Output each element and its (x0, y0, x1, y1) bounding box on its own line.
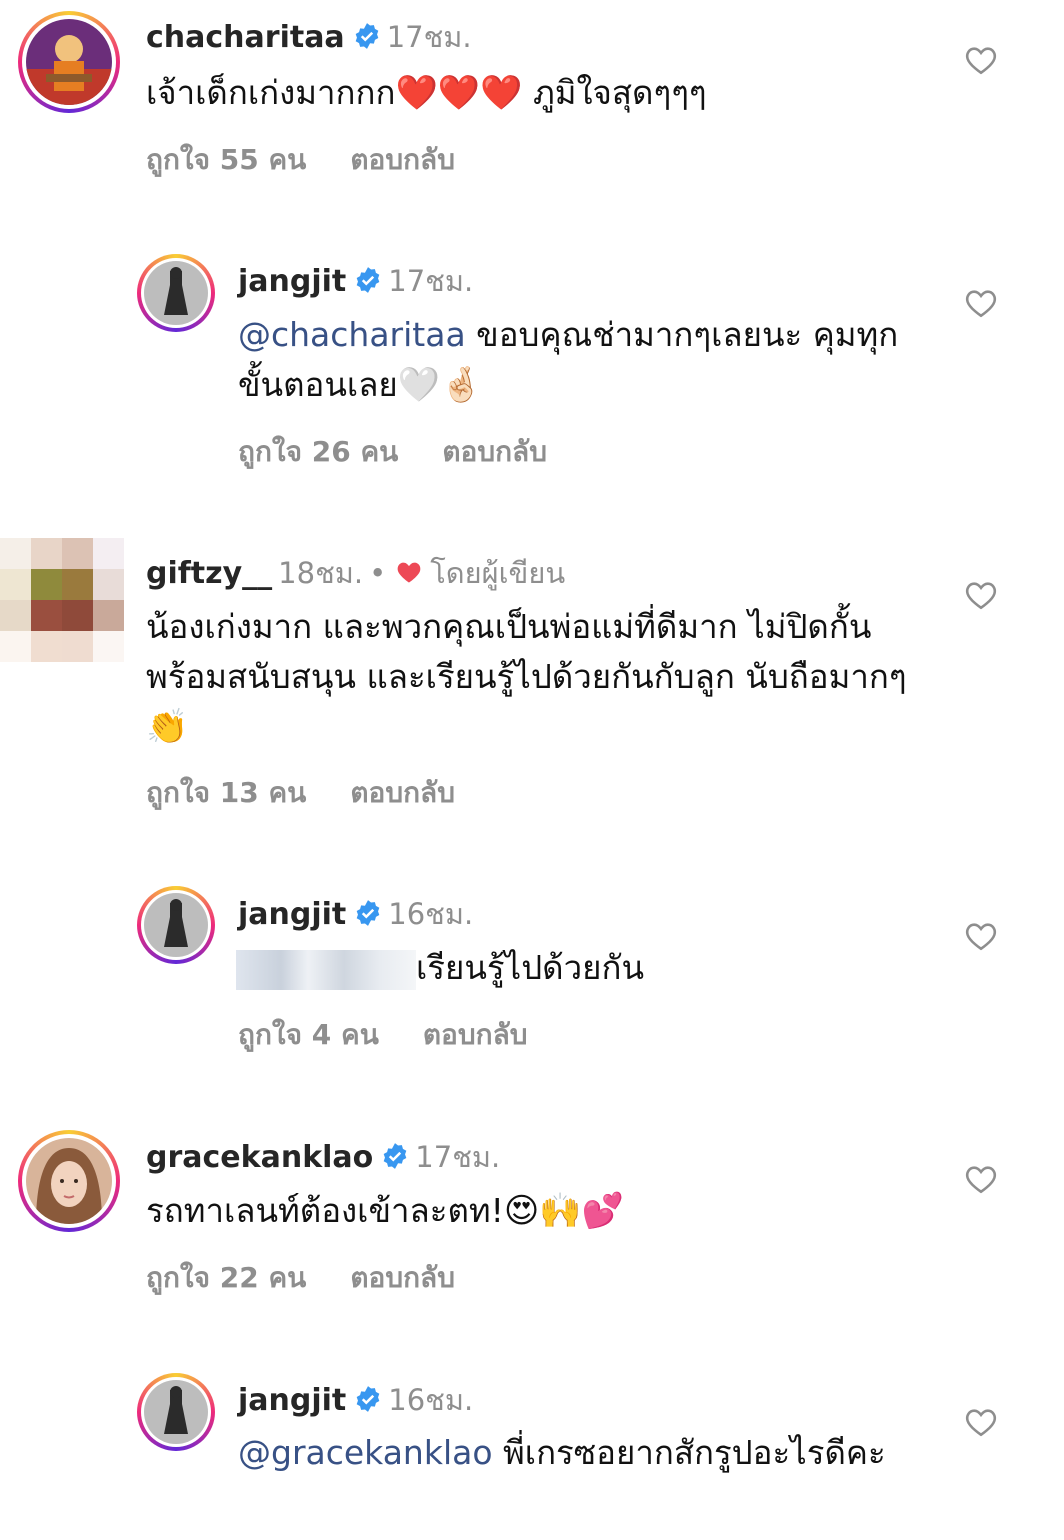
comment-time: 16ชม. (388, 897, 474, 931)
like-heart-icon[interactable] (964, 578, 998, 612)
comment-actions: ถูกใจ 4 คน ตอบกลับ (238, 1013, 528, 1057)
username-link[interactable]: jangjit (238, 264, 346, 299)
comment-time: 17ชม. (415, 1140, 501, 1174)
verified-badge-icon (356, 900, 380, 926)
likes-count[interactable]: ถูกใจ 13 คน (146, 776, 306, 809)
avatar[interactable] (0, 538, 124, 662)
likes-count[interactable]: ถูกใจ 22 คน (146, 1261, 306, 1294)
likes-count[interactable]: ถูกใจ 26 คน (238, 435, 398, 468)
mention-link[interactable]: @gracekanklao (238, 1433, 493, 1472)
comment-text: เจ้าเด็กเก่งมากกก❤️❤️❤️ ภูมิใจสุดๆๆๆ (146, 73, 707, 113)
comment-text: @gracekanklao พี่เกรซอยากสักรูปอะไรดีคะ (238, 1433, 886, 1472)
avatar[interactable] (137, 254, 215, 332)
comment-username[interactable]: giftzy__ 18ชม. • โดยผู้เขียน (146, 550, 565, 596)
like-heart-icon[interactable] (964, 1162, 998, 1196)
comment-actions: ถูกใจ 26 คน ตอบกลับ (238, 430, 547, 474)
like-heart-icon[interactable] (964, 286, 998, 320)
comment-text: @chacharitaa ขอบคุณช่ามากๆเลยนะ คุมทุกขั… (238, 315, 899, 405)
comment-actions: ถูกใจ 55 คน ตอบกลับ (146, 138, 455, 182)
reply-button[interactable]: ตอบกลับ (423, 1018, 528, 1051)
comment-username[interactable]: jangjit 17ชม. (238, 258, 473, 304)
verified-badge-icon (383, 1143, 407, 1169)
like-heart-icon[interactable] (964, 43, 998, 77)
avatar[interactable] (18, 11, 120, 113)
verified-badge-icon (356, 267, 380, 293)
username-link[interactable]: chacharitaa (146, 20, 345, 55)
likes-count[interactable]: ถูกใจ 4 คน (238, 1018, 379, 1051)
verified-badge-icon (356, 1386, 380, 1412)
avatar[interactable] (18, 1130, 120, 1232)
reply-button[interactable]: ตอบกลับ (442, 435, 547, 468)
reply-button[interactable]: ตอบกลับ (350, 143, 455, 176)
comment-username[interactable]: jangjit 16ชม. (238, 891, 473, 937)
emoji: ❤️❤️❤️ (395, 73, 523, 113)
comment-text: รถทาเลนท์ต้องเข้าละตท!😍🙌💕 (146, 1191, 625, 1231)
verified-badge-icon (355, 23, 379, 49)
reply-button[interactable]: ตอบกลับ (350, 1261, 455, 1294)
comment-time: 17ชม. (386, 20, 472, 54)
username-link[interactable]: jangjit (238, 1383, 346, 1418)
by-author-label: โดยผู้เขียน (430, 556, 566, 590)
comment-time: 17ชม. (388, 264, 474, 298)
comment-actions: ถูกใจ 22 คน ตอบกลับ (146, 1256, 455, 1300)
comment-actions: ถูกใจ 13 คน ตอบกลับ (146, 771, 455, 815)
author-heart-icon (397, 562, 421, 583)
separator-dot: • (369, 556, 387, 590)
avatar[interactable] (137, 1373, 215, 1451)
comment-text: เรียนรู้ไปด้วยกัน (236, 943, 916, 993)
reply-button[interactable]: ตอบกลับ (350, 776, 455, 809)
comment-username[interactable]: gracekanklao 17ชม. (146, 1134, 500, 1180)
like-heart-icon[interactable] (964, 919, 998, 953)
emoji: 😍🙌💕 (503, 1191, 625, 1231)
avatar[interactable] (137, 886, 215, 964)
redacted-mention (236, 949, 416, 990)
comment-username[interactable]: chacharitaa 17ชม. (146, 14, 472, 60)
username-link[interactable]: gracekanklao (146, 1140, 373, 1175)
mention-link[interactable]: @chacharitaa (238, 315, 466, 354)
username-link[interactable]: giftzy__ (146, 556, 272, 591)
username-link[interactable]: jangjit (238, 897, 346, 932)
comment-time: 16ชม. (388, 1383, 474, 1417)
like-heart-icon[interactable] (964, 1405, 998, 1439)
comment-username[interactable]: jangjit 16ชม. (238, 1377, 473, 1423)
emoji: 🤍🤞🏻 (397, 365, 483, 405)
comment-text: น้องเก่งมาก และพวกคุณเป็นพ่อแม่ที่ดีมาก … (146, 607, 907, 747)
comment-time: 18ชม. (278, 556, 364, 590)
emoji: 👏 (146, 707, 189, 747)
likes-count[interactable]: ถูกใจ 55 คน (146, 143, 306, 176)
